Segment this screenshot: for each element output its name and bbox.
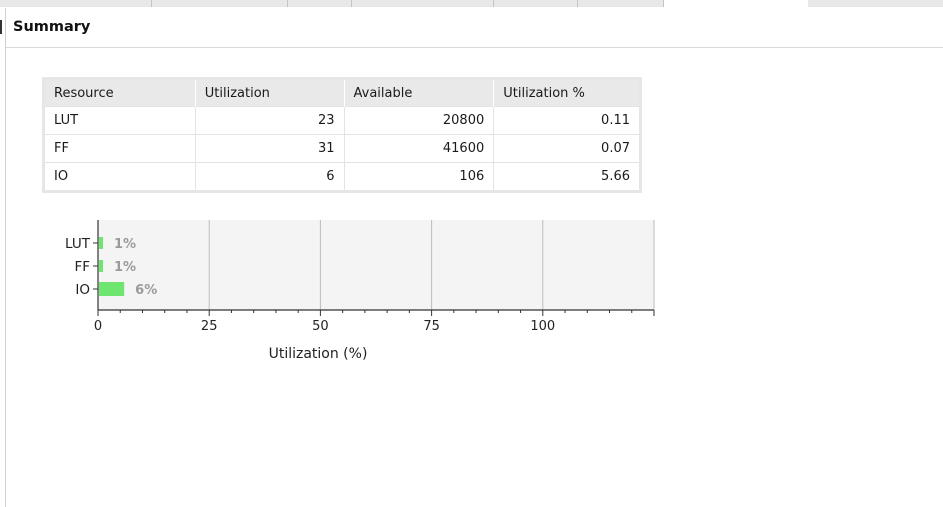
- table-header-row: Resource Utilization Available Utilizati…: [45, 80, 639, 107]
- x-tick-label: 100: [530, 319, 555, 334]
- available-cell: 41600: [344, 134, 495, 163]
- bar-data-label: 1%: [114, 260, 136, 275]
- utilization-percent-cell: 5.66: [493, 162, 639, 190]
- resource-cell: FF: [45, 134, 196, 163]
- utilization-cell: 6: [195, 162, 345, 190]
- x-tick-label: 50: [312, 319, 329, 334]
- bar-ff: [99, 260, 103, 272]
- y-tick-label: IO: [75, 282, 90, 298]
- table-row[interactable]: LUT 23 20800 0.11: [45, 106, 639, 135]
- resource-cell: IO: [45, 162, 196, 190]
- x-axis-label: Utilization (%): [269, 346, 368, 362]
- column-header-utilization-percent[interactable]: Utilization %: [493, 80, 639, 107]
- bar-data-label: 1%: [114, 237, 136, 252]
- column-header-resource[interactable]: Resource: [45, 80, 196, 107]
- utilization-cell: 23: [195, 106, 345, 135]
- tab-2[interactable]: [152, 0, 288, 7]
- tab-7[interactable]: [808, 0, 943, 7]
- column-header-utilization[interactable]: Utilization: [195, 80, 345, 107]
- x-tick-label: 75: [423, 319, 440, 334]
- tab-strip: [0, 0, 943, 8]
- tab-1[interactable]: [0, 0, 152, 7]
- x-tick-label: 25: [201, 319, 218, 334]
- bar-data-label: 6%: [135, 283, 157, 298]
- tab-5[interactable]: [494, 0, 578, 7]
- utilization-percent-cell: 0.11: [493, 106, 639, 135]
- utilization-cell: 31: [195, 134, 345, 163]
- utilization-table: Resource Utilization Available Utilizati…: [45, 80, 639, 190]
- x-tick-label: 0: [94, 319, 102, 334]
- column-header-available[interactable]: Available: [344, 80, 495, 107]
- utilization-percent-cell: 0.07: [493, 134, 639, 163]
- y-tick-label: LUT: [65, 236, 91, 252]
- tab-3[interactable]: [288, 0, 352, 7]
- table-row[interactable]: FF 31 41600 0.07: [45, 134, 639, 163]
- tab-4[interactable]: [352, 0, 494, 7]
- plot-area: [98, 220, 654, 310]
- resource-cell: LUT: [45, 106, 196, 135]
- left-gutter-divider: [5, 8, 6, 507]
- utilization-table-container: Resource Utilization Available Utilizati…: [42, 77, 642, 193]
- collapse-handle-icon[interactable]: [0, 20, 3, 34]
- table-row[interactable]: IO 6 106 5.66: [45, 162, 639, 190]
- bar-io: [99, 282, 125, 296]
- tab-6[interactable]: [578, 0, 664, 7]
- available-cell: 106: [344, 162, 495, 190]
- page-title: Summary: [13, 19, 91, 35]
- y-tick-label: FF: [74, 259, 90, 275]
- available-cell: 20800: [344, 106, 495, 135]
- utilization-bar-chart: 0 25 50 75 100 Utilization (%) LUT 1% FF 1% IO 6%: [65, 220, 655, 362]
- bar-lut: [99, 237, 103, 249]
- summary-header: Summary: [6, 8, 943, 48]
